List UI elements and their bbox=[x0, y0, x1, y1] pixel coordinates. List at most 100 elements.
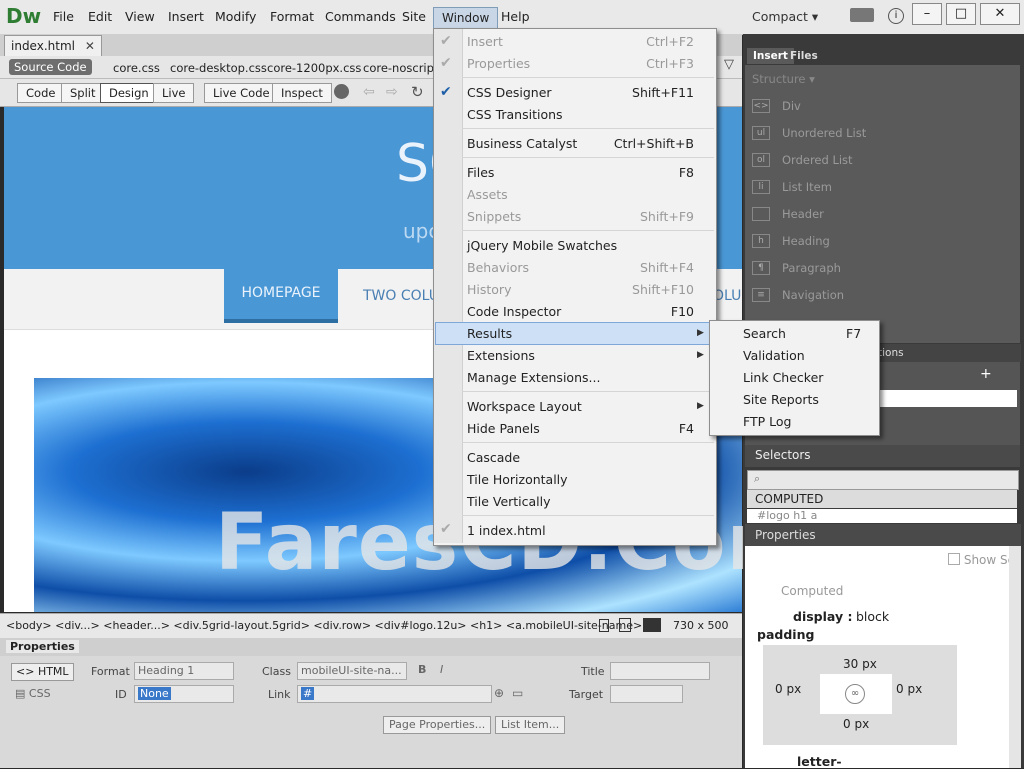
nav-homepage[interactable]: HOMEPAGE bbox=[224, 269, 338, 323]
link-input[interactable]: # bbox=[297, 685, 492, 703]
menu-item-snippets[interactable]: Snippets bbox=[467, 209, 521, 224]
nav-column[interactable]: OLU bbox=[713, 288, 741, 304]
submenu-item-link-checker[interactable]: Link Checker bbox=[743, 370, 823, 385]
submenu-item-validation[interactable]: Validation bbox=[743, 348, 805, 363]
insert-item[interactable]: Ordered List bbox=[782, 153, 853, 167]
related-file[interactable]: core-1200px.css bbox=[267, 61, 361, 75]
title-input[interactable] bbox=[610, 662, 710, 680]
css-source-row[interactable] bbox=[877, 390, 1017, 407]
menu-item-workspace-layout[interactable]: Workspace Layout bbox=[467, 399, 582, 414]
sync-settings-icon[interactable] bbox=[850, 8, 874, 22]
properties-scrollbar[interactable] bbox=[1009, 546, 1021, 768]
close-icon[interactable]: ✕ bbox=[85, 39, 95, 53]
related-file[interactable]: core.css bbox=[113, 61, 160, 75]
page-properties-button[interactable]: Page Properties... bbox=[383, 716, 492, 734]
html-mode-button[interactable]: <> HTML bbox=[11, 663, 74, 681]
padding-right[interactable]: 0 px bbox=[896, 682, 922, 696]
inspect-button[interactable]: Inspect bbox=[272, 83, 332, 103]
point-to-file-icon[interactable]: ⊕ bbox=[494, 686, 504, 700]
menu-item-history[interactable]: History bbox=[467, 282, 511, 297]
submenu-item-site-reports[interactable]: Site Reports bbox=[743, 392, 819, 407]
menu-help[interactable]: Help bbox=[501, 9, 530, 24]
bold-button[interactable]: B bbox=[418, 663, 426, 676]
menu-file[interactable]: File bbox=[53, 9, 74, 24]
related-file[interactable]: core-desktop.css bbox=[170, 61, 267, 75]
link-values-icon[interactable]: ∞ bbox=[845, 684, 865, 704]
close-button[interactable]: ✕ bbox=[980, 3, 1020, 25]
globe-icon[interactable] bbox=[334, 84, 349, 99]
design-view-button[interactable]: Design bbox=[100, 83, 158, 103]
live-code-button[interactable]: Live Code bbox=[204, 83, 279, 103]
menu-item-css-designer[interactable]: CSS Designer bbox=[467, 85, 552, 100]
list-item-button[interactable]: List Item... bbox=[495, 716, 566, 734]
menu-item-open-document[interactable]: 1 index.html bbox=[467, 523, 546, 538]
minimize-button[interactable]: – bbox=[912, 3, 942, 25]
info-icon[interactable]: i bbox=[888, 8, 904, 24]
back-arrow-icon[interactable]: ⇦ bbox=[363, 84, 375, 100]
menu-view[interactable]: View bbox=[125, 9, 155, 24]
insert-item[interactable]: List Item bbox=[782, 180, 832, 194]
add-source-icon[interactable]: + bbox=[980, 366, 992, 382]
menu-item-tile-horizontally[interactable]: Tile Horizontally bbox=[467, 472, 568, 487]
menu-item-tile-vertically[interactable]: Tile Vertically bbox=[467, 494, 551, 509]
browse-folder-icon[interactable]: ▭ bbox=[512, 686, 523, 700]
refresh-icon[interactable]: ↻ bbox=[411, 83, 424, 101]
insert-category-select[interactable]: Structure ▾ bbox=[752, 72, 815, 86]
menu-item-behaviors[interactable]: Behaviors bbox=[467, 260, 529, 275]
menu-window[interactable]: Window bbox=[433, 7, 499, 29]
submenu-item-search[interactable]: Search bbox=[743, 326, 786, 341]
tablet-size-icon[interactable] bbox=[619, 618, 631, 632]
padding-bottom[interactable]: 0 px bbox=[843, 717, 869, 731]
menu-item-hide-panels[interactable]: Hide Panels bbox=[467, 421, 540, 436]
menu-item-properties[interactable]: Properties bbox=[467, 56, 530, 71]
menu-item-css-transitions[interactable]: CSS Transitions bbox=[467, 107, 563, 122]
tag-selector[interactable]: <body> <div...> <header...> <div.5grid-l… bbox=[6, 619, 642, 632]
tab-css-transitions[interactable]: tions bbox=[878, 347, 904, 359]
menu-site[interactable]: Site bbox=[402, 9, 426, 24]
target-select[interactable] bbox=[610, 685, 683, 703]
code-view-button[interactable]: Code bbox=[17, 83, 65, 103]
insert-item[interactable]: Navigation bbox=[782, 288, 844, 302]
mobile-size-icon[interactable] bbox=[599, 619, 609, 632]
menu-item-insert[interactable]: Insert bbox=[467, 34, 503, 49]
menu-edit[interactable]: Edit bbox=[88, 9, 112, 24]
related-file[interactable]: core-noscript. bbox=[363, 61, 442, 75]
filter-icon[interactable]: ▽ bbox=[724, 57, 734, 72]
document-tab[interactable]: index.html ✕ bbox=[4, 35, 102, 57]
menu-item-business-catalyst[interactable]: Business Catalyst bbox=[467, 136, 577, 151]
split-view-button[interactable]: Split bbox=[61, 83, 105, 103]
insert-item[interactable]: Header bbox=[782, 207, 824, 221]
selector-search-input[interactable]: ⌕ bbox=[747, 470, 1019, 490]
source-code-button[interactable]: Source Code bbox=[9, 59, 92, 75]
desktop-size-icon[interactable] bbox=[643, 618, 661, 632]
padding-top[interactable]: 30 px bbox=[843, 657, 877, 671]
insert-item[interactable]: Paragraph bbox=[782, 261, 841, 275]
forward-arrow-icon[interactable]: ⇨ bbox=[386, 84, 398, 100]
selector-row[interactable]: #logo h1 a bbox=[747, 509, 1017, 523]
menu-format[interactable]: Format bbox=[270, 9, 314, 24]
padding-left[interactable]: 0 px bbox=[775, 682, 801, 696]
window-size[interactable]: 730 x 500 bbox=[673, 619, 729, 632]
format-select[interactable]: Heading 1 bbox=[134, 662, 234, 680]
insert-item[interactable]: Unordered List bbox=[782, 126, 866, 140]
maximize-button[interactable]: □ bbox=[946, 3, 976, 25]
insert-item[interactable]: Heading bbox=[782, 234, 830, 248]
display-value[interactable]: block bbox=[856, 609, 889, 624]
menu-item-files[interactable]: Files bbox=[467, 165, 494, 180]
menu-item-results[interactable]: Results bbox=[467, 326, 512, 341]
menu-commands[interactable]: Commands bbox=[325, 9, 396, 24]
nav-two-column[interactable]: TWO COLU bbox=[363, 288, 439, 304]
menu-item-jquery-swatches[interactable]: jQuery Mobile Swatches bbox=[467, 238, 617, 253]
menu-modify[interactable]: Modify bbox=[215, 9, 256, 24]
live-view-button[interactable]: Live bbox=[153, 83, 195, 103]
menu-item-manage-extensions[interactable]: Manage Extensions... bbox=[467, 370, 600, 385]
submenu-item-ftp-log[interactable]: FTP Log bbox=[743, 414, 791, 429]
menu-item-extensions[interactable]: Extensions bbox=[467, 348, 535, 363]
css-mode-button[interactable]: ▤ CSS bbox=[15, 687, 51, 700]
menu-item-code-inspector[interactable]: Code Inspector bbox=[467, 304, 561, 319]
class-select[interactable]: mobileUI-site-na... bbox=[297, 662, 407, 680]
menu-insert[interactable]: Insert bbox=[168, 9, 204, 24]
menu-item-assets[interactable]: Assets bbox=[467, 187, 508, 202]
id-select[interactable]: None bbox=[134, 685, 234, 703]
computed-row[interactable]: COMPUTED bbox=[747, 490, 1017, 508]
